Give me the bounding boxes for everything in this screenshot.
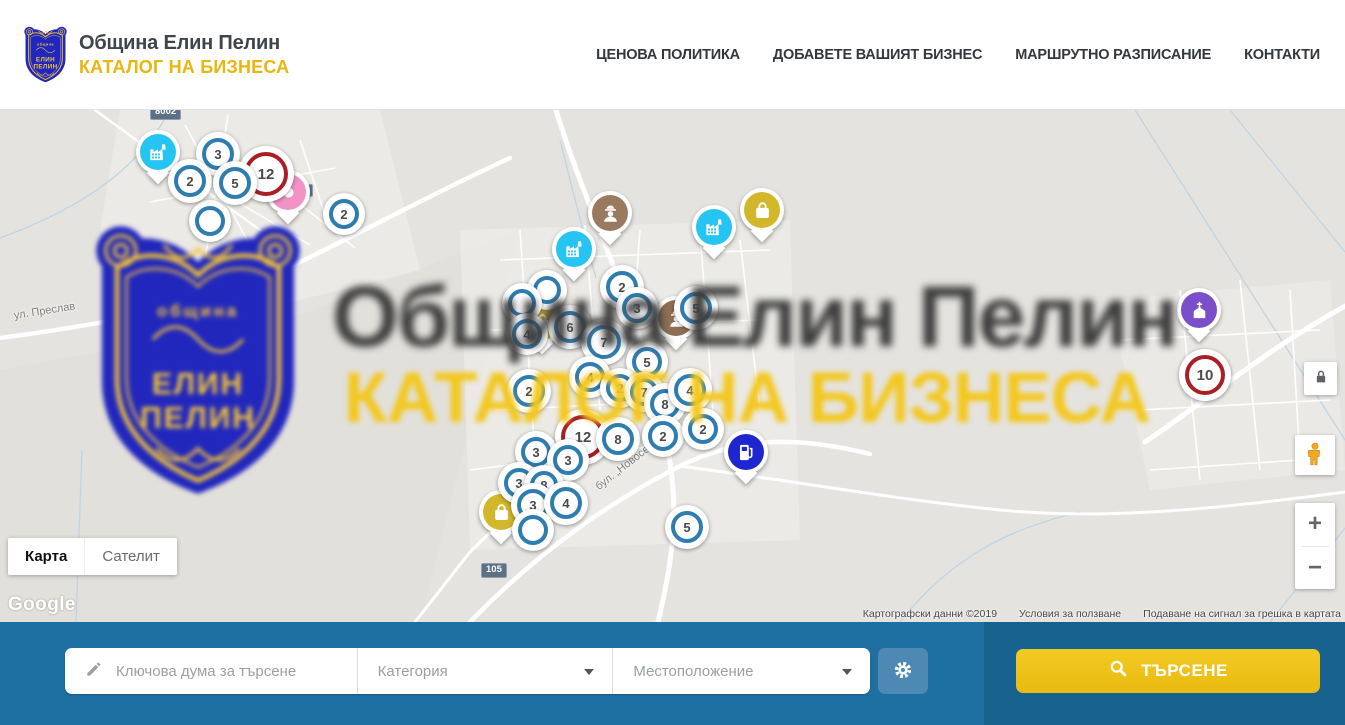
cluster-marker[interactable]: 2: [168, 159, 212, 203]
page: община ЕЛИН ПЕЛИН Община Елин Пелин КАТА…: [0, 0, 1345, 725]
cluster-marker[interactable]: 5: [674, 286, 718, 330]
zoom-in-button[interactable]: +: [1295, 503, 1335, 546]
worker-icon: [599, 202, 622, 225]
keyword-input[interactable]: [116, 663, 346, 680]
site-header: община ЕЛИН ПЕЛИН Община Елин Пелин КАТА…: [0, 0, 1345, 110]
church-pin[interactable]: [1176, 288, 1222, 344]
settings-button[interactable]: [878, 648, 928, 694]
street-view-pegman-button[interactable]: [1295, 435, 1335, 475]
search-button-label: ТЪРСЕНЕ: [1141, 661, 1228, 681]
cluster-marker[interactable]: 2: [323, 193, 365, 235]
cluster-marker[interactable]: 4: [506, 313, 548, 355]
cluster-marker[interactable]: 4: [668, 368, 712, 412]
nav-add-your-business[interactable]: ДОБАВЕТЕ ВАШИЯТ БИЗНЕС: [773, 47, 982, 63]
terms-link[interactable]: Условия за ползване: [1019, 608, 1121, 620]
road-badge: 8002: [150, 110, 181, 120]
road-badge: 105: [481, 563, 507, 578]
map-type-control: Карта Сателит: [8, 538, 177, 575]
municipality-crest-logo: община ЕЛИН ПЕЛИН: [22, 25, 69, 84]
cluster-marker[interactable]: 5: [213, 161, 257, 205]
keyword-section: [65, 648, 357, 694]
map-copyright: Картографски данни ©2019: [863, 608, 997, 620]
report-error-link[interactable]: Подаване на сигнал за грешка в картата: [1143, 608, 1341, 620]
cluster-marker[interactable]: 2: [642, 415, 684, 457]
cluster-marker[interactable]: 2: [507, 369, 551, 413]
cluster-marker[interactable]: 8: [596, 417, 640, 461]
factory-pin[interactable]: [691, 205, 737, 261]
chevron-down-icon: [842, 669, 852, 675]
factory-icon: [563, 238, 586, 261]
svg-text:община: община: [37, 42, 54, 46]
cluster-marker[interactable]: 10: [1179, 349, 1231, 401]
nav-route-schedule[interactable]: МАРШРУТНО РАЗПИСАНИЕ: [1015, 47, 1211, 63]
cluster-marker[interactable]: 5: [665, 505, 709, 549]
pencil-icon: [65, 659, 116, 683]
site-subtitle: КАТАЛОГ НА БИЗНЕСА: [79, 57, 289, 78]
nav-contacts[interactable]: КОНТАКТИ: [1244, 47, 1320, 63]
church-icon: [1188, 299, 1211, 322]
satellite-view-button[interactable]: Сателит: [84, 538, 177, 575]
map-canvas[interactable]: ул. Преславбул. „Новоселлци“8002105 3212…: [0, 110, 1345, 622]
lock-icon: [1311, 367, 1331, 390]
search-button[interactable]: ТЪРСЕНЕ: [1016, 649, 1320, 693]
location-select[interactable]: Местоположение: [613, 648, 870, 694]
svg-text:ЕЛИН: ЕЛИН: [36, 57, 55, 64]
bag-icon: [490, 501, 513, 524]
cluster-marker[interactable]: [512, 509, 554, 551]
site-title: Община Елин Пелин: [79, 32, 289, 55]
google-logo[interactable]: Google: [8, 594, 76, 616]
cluster-marker[interactable]: [189, 200, 231, 242]
search-input-group: Категория Местоположение: [65, 648, 870, 694]
pegman-icon: [1302, 441, 1328, 470]
gear-icon: [892, 659, 914, 684]
bag-pin[interactable]: [739, 188, 785, 244]
main-nav: ЦЕНОВА ПОЛИТИКА ДОБАВЕТЕ ВАШИЯТ БИЗНЕС М…: [596, 47, 1320, 63]
lock-button[interactable]: [1304, 362, 1337, 395]
fuel-icon: [735, 441, 758, 464]
nav-pricing-policy[interactable]: ЦЕНОВА ПОЛИТИКА: [596, 47, 740, 63]
zoom-control: + −: [1295, 503, 1335, 589]
search-bar: Категория Местоположение ТЪРСЕНЕ: [0, 622, 1345, 725]
factory-icon: [703, 216, 726, 239]
bag-icon: [751, 199, 774, 222]
fuel-pin[interactable]: [723, 430, 769, 486]
factory-icon: [147, 141, 170, 164]
map-view-button[interactable]: Карта: [8, 538, 84, 575]
map-attribution: Картографски данни ©2019 Условия за полз…: [863, 608, 1341, 620]
category-select[interactable]: Категория: [358, 648, 613, 694]
brand[interactable]: община ЕЛИН ПЕЛИН Община Елин Пелин КАТА…: [22, 25, 289, 84]
svg-text:ПЕЛИН: ПЕЛИН: [33, 64, 57, 71]
search-icon: [1108, 658, 1129, 684]
cluster-marker[interactable]: 2: [682, 408, 724, 450]
cluster-marker[interactable]: 3: [616, 287, 658, 329]
zoom-out-button[interactable]: −: [1295, 547, 1335, 590]
chevron-down-icon: [584, 669, 594, 675]
